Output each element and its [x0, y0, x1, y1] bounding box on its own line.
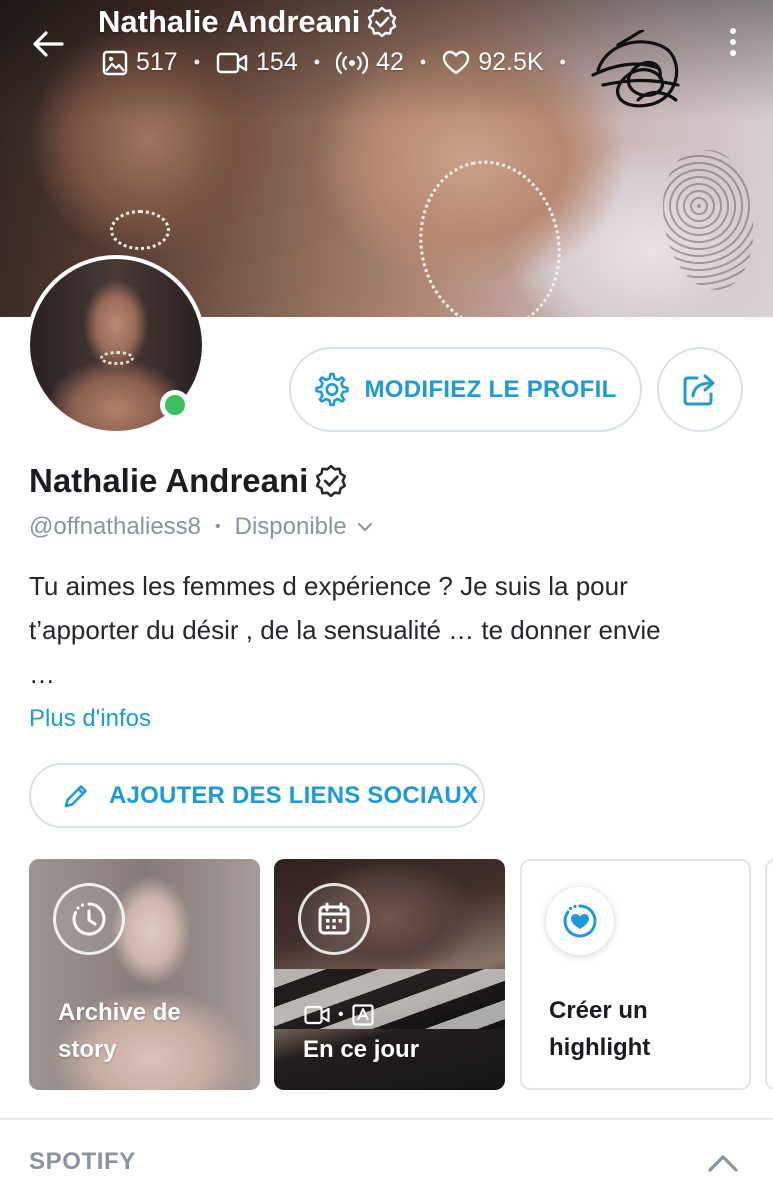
- header-stats: 517 • 154 • 42 • 92.5K •: [102, 48, 582, 77]
- clock-history-icon: [72, 902, 106, 936]
- video-icon: [216, 52, 248, 73]
- media-type-icons: •: [304, 1004, 374, 1026]
- availability-status: Disponible: [234, 513, 347, 540]
- header-name: Nathalie Andreani: [98, 4, 361, 39]
- share-button[interactable]: [657, 347, 743, 432]
- stat-likes[interactable]: 92.5K: [442, 48, 544, 77]
- add-social-links-label: AJOUTER DES LIENS SOCIAUX: [109, 781, 479, 809]
- online-status-indicator: [160, 390, 190, 420]
- text-icon: [352, 1004, 374, 1026]
- bio-line: t’apporter du désir , de la sensualité ……: [29, 615, 661, 645]
- verified-badge-icon: [316, 464, 347, 498]
- highlight-next-peek[interactable]: [765, 859, 773, 1090]
- highlight-label-line: highlight: [549, 1034, 651, 1061]
- profile-name: Nathalie Andreani: [29, 462, 348, 500]
- stat-likes-count: 92.5K: [478, 48, 544, 76]
- spotify-section-header[interactable]: SPOTIFY: [0, 1120, 773, 1200]
- stat-photos[interactable]: 517: [102, 48, 178, 77]
- verified-badge-icon: [368, 6, 397, 38]
- separator-dot: •: [193, 52, 201, 72]
- stat-photos-count: 517: [136, 48, 178, 76]
- story-archive-badge: [53, 883, 125, 955]
- add-social-links-button[interactable]: AJOUTER DES LIENS SOCIAUX: [29, 763, 485, 828]
- more-options-button[interactable]: [720, 24, 746, 60]
- pencil-icon: [64, 784, 87, 807]
- back-button[interactable]: [30, 26, 66, 62]
- bio-line: Tu aimes les femmes d expérience ? Je su…: [29, 571, 628, 601]
- highlight-label: En ce jour: [303, 1031, 419, 1068]
- edit-profile-label: MODIFIEZ LE PROFIL: [364, 375, 617, 403]
- edit-profile-button[interactable]: MODIFIEZ LE PROFIL: [289, 347, 642, 432]
- highlight-label: Créer un highlight: [549, 992, 650, 1066]
- spotify-section-title: SPOTIFY: [29, 1148, 136, 1175]
- stat-streams[interactable]: 42: [336, 48, 404, 77]
- separator-dot: •: [313, 52, 321, 72]
- top-bar: Nathalie Andreani 517 • 154 • 42 • 92.5K…: [0, 0, 773, 100]
- highlight-on-this-day[interactable]: • En ce jour: [274, 859, 505, 1090]
- separator-dot: •: [559, 52, 566, 72]
- kebab-dot: [730, 50, 736, 56]
- chevron-up-icon[interactable]: [706, 1152, 740, 1174]
- highlight-label-line: story: [58, 1036, 117, 1063]
- chevron-down-icon: [357, 523, 372, 531]
- stat-videos[interactable]: 154: [216, 48, 298, 77]
- gear-icon: [315, 372, 350, 406]
- separator-dot: •: [215, 518, 221, 535]
- username: @offnathaliess8: [29, 513, 202, 540]
- highlight-create[interactable]: Créer un highlight: [520, 859, 751, 1090]
- stat-videos-count: 154: [256, 48, 298, 76]
- video-icon: [304, 1005, 330, 1025]
- kebab-dot: [730, 39, 736, 45]
- separator-dot: •: [419, 52, 427, 72]
- highlight-label-line: Créer un: [549, 997, 648, 1024]
- create-highlight-badge: [546, 887, 614, 955]
- highlight-label-line: Archive de: [58, 999, 181, 1026]
- on-this-day-badge: [298, 883, 370, 955]
- arrow-left-icon: [33, 31, 64, 57]
- kebab-dot: [730, 28, 736, 34]
- stat-streams-count: 42: [376, 48, 404, 76]
- share-icon: [683, 374, 715, 405]
- handle-row: @offnathaliess8 • Disponible: [29, 513, 373, 541]
- bio-line: …: [29, 659, 55, 689]
- heart-icon: [442, 50, 470, 74]
- highlight-story-archive[interactable]: Archive de story: [29, 859, 260, 1090]
- highlight-label: Archive de story: [58, 994, 181, 1068]
- more-info-link[interactable]: Plus d'infos: [29, 705, 151, 733]
- bio: Tu aimes les femmes d expérience ? Je su…: [29, 564, 749, 696]
- profile-name-text: Nathalie Andreani: [29, 462, 309, 499]
- availability-dropdown[interactable]: Disponible: [235, 513, 373, 541]
- image-icon: [102, 50, 128, 75]
- heart-plus-icon: [563, 904, 597, 938]
- header-title: Nathalie Andreani: [98, 4, 398, 40]
- highlight-label-line: En ce jour: [303, 1036, 420, 1063]
- live-stream-icon: [336, 51, 369, 74]
- separator-dot: •: [338, 1006, 344, 1023]
- calendar-icon: [318, 902, 350, 935]
